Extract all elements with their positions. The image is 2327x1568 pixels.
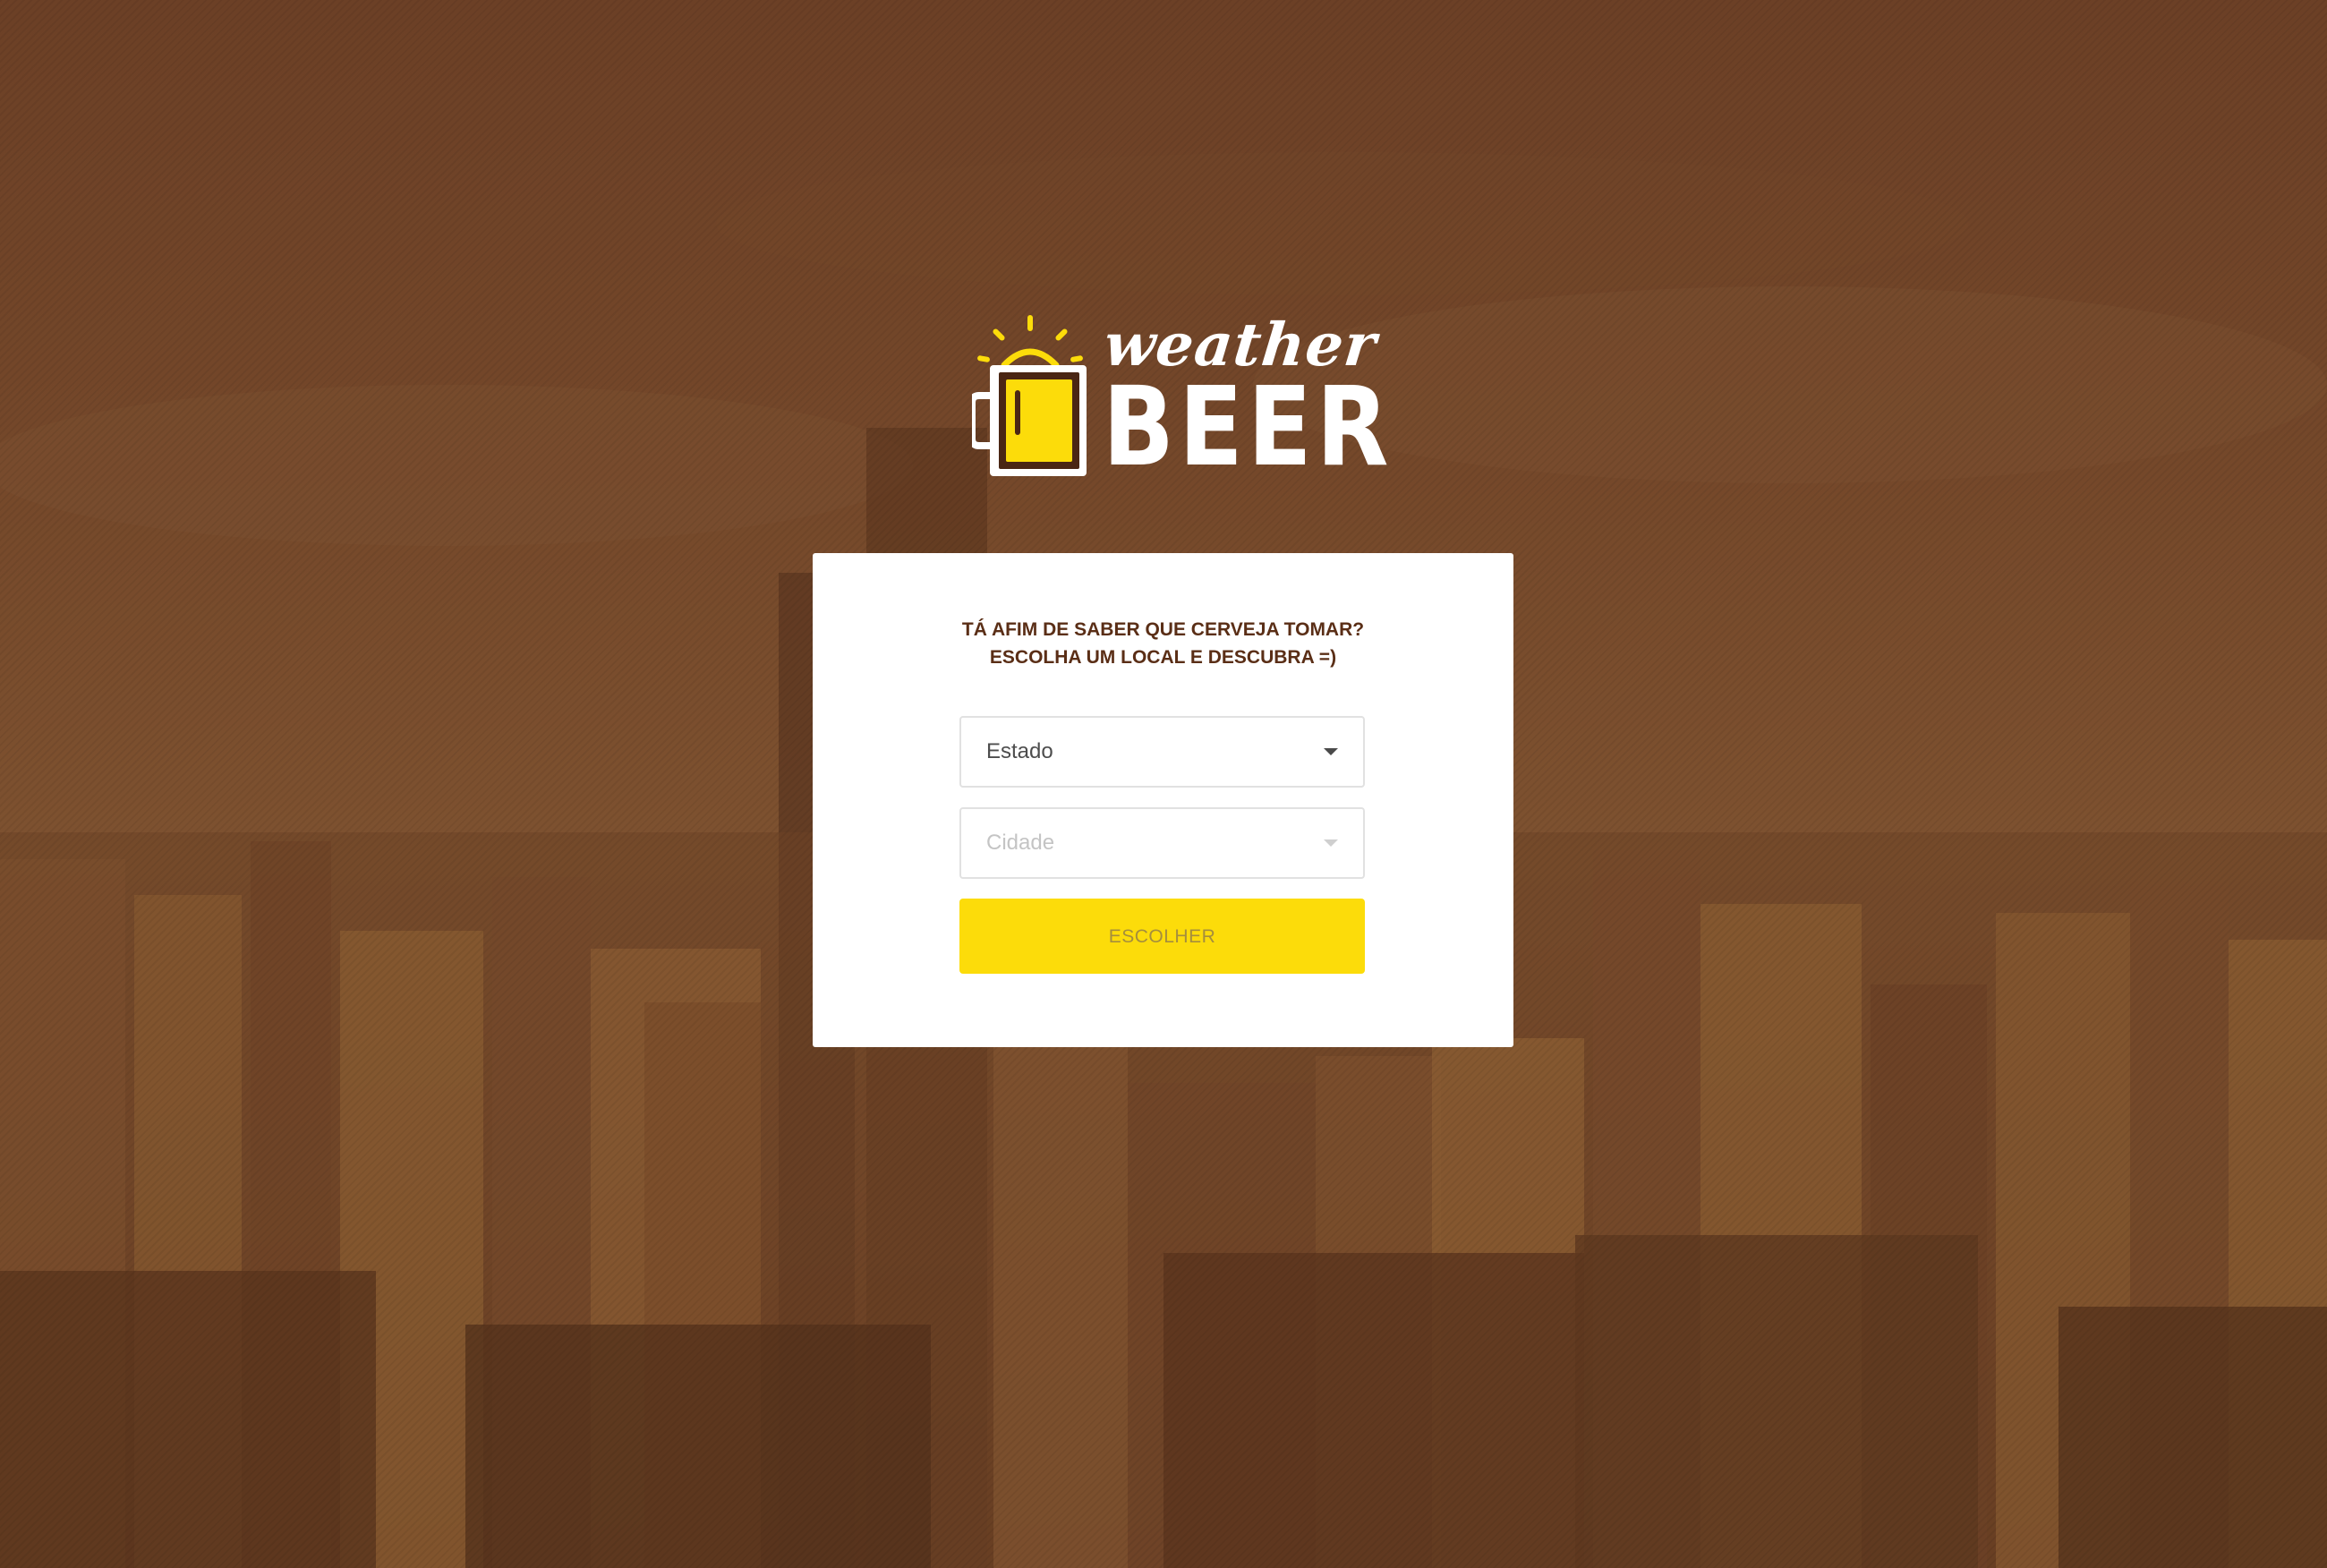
chevron-down-icon <box>1324 748 1338 755</box>
state-select-value: Estado <box>986 739 1053 763</box>
state-select[interactable]: Estado <box>959 716 1365 788</box>
prompt-line-1: TÁ AFIM DE SABER QUE CERVEJA TOMAR? <box>961 619 1365 640</box>
prompt-line-2: ESCOLHA UM LOCAL E DESCUBRA =) <box>989 647 1337 668</box>
logo-wordmark-beer: BEER <box>1103 363 1394 490</box>
city-select[interactable]: Cidade <box>959 807 1365 879</box>
choose-button[interactable]: ESCOLHER <box>959 899 1365 974</box>
location-picker-card: TÁ AFIM DE SABER QUE CERVEJA TOMAR? ESCO… <box>813 553 1513 1047</box>
beer-mug-sun-icon <box>972 315 1087 476</box>
weather-beer-logo: weather BEER <box>972 310 1389 483</box>
city-select-value: Cidade <box>986 831 1055 855</box>
prompt-text: TÁ AFIM DE SABER QUE CERVEJA TOMAR? ESCO… <box>813 616 1513 671</box>
chevron-down-icon <box>1324 839 1338 847</box>
